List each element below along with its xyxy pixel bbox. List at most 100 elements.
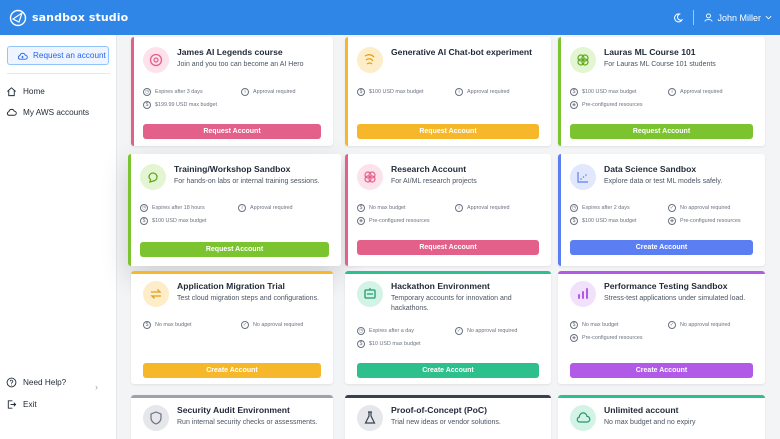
create-account-button[interactable]: Create Account: [143, 363, 321, 378]
moon-icon[interactable]: [673, 12, 684, 23]
sidebar-item-exit[interactable]: Exit: [6, 399, 37, 410]
meta-icon: i: [455, 88, 463, 96]
brain-icon: [570, 47, 596, 73]
sidebar-divider: [7, 73, 110, 74]
card-accent: [558, 271, 765, 274]
account-card[interactable]: Proof-of-Concept (PoC) Trial new ideas or…: [345, 395, 551, 439]
user-menu[interactable]: John Miller: [704, 13, 772, 23]
card-meta: ◷ Expires after 3 days: [143, 88, 203, 96]
card-title: Application Migration Trial: [177, 281, 285, 291]
card-meta: i Approval required: [668, 88, 723, 96]
card-title: Data Science Sandbox: [604, 164, 697, 174]
sidebar-item-home[interactable]: Home: [6, 86, 45, 97]
card-description: For Lauras ML Course 101 students: [604, 61, 716, 68]
chart-icon: [570, 164, 596, 190]
request-account-button[interactable]: Request Account: [357, 240, 539, 255]
create-account-button[interactable]: Create Account: [570, 363, 753, 378]
account-card[interactable]: Lauras ML Course 101 For Lauras ML Course…: [558, 37, 765, 146]
workshop-icon: [140, 164, 166, 190]
account-card[interactable]: Generative AI Chat-bot experiment $ $100 U…: [345, 37, 551, 146]
card-meta: ◈ Pre-configured resources: [570, 334, 643, 342]
card-meta: ◈ Pre-configured resources: [570, 101, 643, 109]
card-meta: ✓ No approval required: [455, 327, 517, 335]
meta-text: Approval required: [467, 89, 510, 95]
account-card[interactable]: Training/Workshop Sandbox For hands-on la…: [128, 154, 341, 266]
meta-text: Expires after 2 days: [582, 205, 630, 211]
meta-text: Pre-configured resources: [582, 335, 643, 341]
card-accent: [345, 395, 551, 398]
account-card[interactable]: Security Audit Environment Run internal s…: [131, 395, 333, 439]
card-description: No max budget and no expiry: [604, 419, 696, 426]
card-accent: [131, 37, 134, 146]
account-card[interactable]: Data Science Sandbox Explore data or test…: [558, 154, 765, 266]
meta-icon: ◈: [570, 101, 578, 109]
card-description: Trial new ideas or vendor solutions.: [391, 419, 501, 426]
card-accent: [131, 395, 333, 398]
card-meta: $ $100 USD max budget: [140, 217, 207, 225]
account-card[interactable]: Research Account For AI/ML research proje…: [345, 154, 551, 266]
meta-text: No approval required: [680, 322, 731, 328]
card-description: Explore data or test ML models safely.: [604, 178, 723, 185]
card-meta: $ $199.99 USD max budget: [143, 101, 217, 109]
sidebar-item-my-aws-accounts[interactable]: My AWS accounts: [6, 107, 89, 118]
exit-icon: [7, 400, 17, 409]
card-title: Hackathon Environment: [391, 281, 490, 291]
card-accent: [345, 37, 348, 146]
card-meta: $ $10 USD max budget: [357, 340, 421, 348]
card-meta: $ $100 USD max budget: [570, 88, 637, 96]
meta-icon: $: [570, 217, 578, 225]
card-title: Generative AI Chat-bot experiment: [391, 47, 533, 57]
meta-icon: $: [570, 88, 578, 96]
account-card[interactable]: Performance Testing Sandbox Stress-test a…: [558, 271, 765, 384]
create-account-button[interactable]: Create Account: [357, 363, 539, 378]
chat-icon: [357, 47, 383, 73]
meta-text: No approval required: [253, 322, 304, 328]
meta-icon: ✓: [668, 321, 676, 329]
request-account-button[interactable]: Request Account: [143, 124, 321, 139]
account-card[interactable]: Unlimited account No max budget and no ex…: [558, 395, 765, 439]
sidebar-item-need-help[interactable]: Need Help?: [6, 377, 66, 388]
account-card[interactable]: Application Migration Trial Test cloud mi…: [131, 271, 333, 384]
create-account-button[interactable]: Create Account: [570, 240, 753, 255]
card-meta: $ $100 USD max budget: [357, 88, 424, 96]
card-meta: ✓ No approval required: [241, 321, 303, 329]
sidebar: Request an account Home My AWS accounts …: [0, 35, 117, 439]
card-description: Test cloud migration steps and configura…: [177, 295, 320, 302]
meta-text: No approval required: [467, 328, 518, 334]
meta-icon: $: [357, 88, 365, 96]
account-card[interactable]: Hackathon Environment Temporary accounts …: [345, 271, 551, 384]
request-account-button[interactable]: Request Account: [357, 124, 539, 139]
request-account-button[interactable]: Request Account: [570, 124, 753, 139]
card-accent: [345, 271, 551, 274]
research-icon: [357, 164, 383, 190]
card-title: James AI Legends course: [177, 47, 283, 57]
card-title: Unlimited account: [604, 405, 679, 415]
card-description: For AI/ML research projects: [391, 178, 477, 185]
card-accent: [345, 154, 348, 266]
card-description: Stress-test applications under simulated…: [604, 295, 746, 302]
meta-icon: $: [143, 101, 151, 109]
card-title: Training/Workshop Sandbox: [174, 164, 291, 174]
meta-text: $199.99 USD max budget: [155, 102, 218, 108]
header-divider: [693, 10, 695, 25]
card-meta: $ No max budget: [357, 204, 406, 212]
meta-text: Expires after 3 days: [155, 89, 203, 95]
sidebar-item-label: Need Help?: [23, 378, 67, 387]
meta-icon: ✓: [241, 321, 249, 329]
sidebar-item-label: Home: [23, 87, 45, 96]
card-meta: ◈ Pre-configured resources: [357, 217, 430, 225]
chevron-right-icon: ›: [95, 382, 98, 392]
card-description: For hands-on labs or internal training s…: [174, 178, 320, 185]
meta-icon: i: [455, 204, 463, 212]
account-card[interactable]: James AI Legends course Join and you too …: [131, 37, 333, 146]
sidebar-item-label: My AWS accounts: [23, 108, 90, 117]
card-meta: ◷ Expires after 18 hours: [140, 204, 205, 212]
card-accent: [128, 154, 131, 266]
migrate-icon: [143, 281, 169, 307]
request-account-button[interactable]: Request an account: [7, 46, 109, 65]
user-icon: [704, 13, 714, 22]
brand[interactable]: sandbox studio: [8, 8, 128, 28]
card-meta: $ No max budget: [143, 321, 192, 329]
meta-icon: ◈: [570, 334, 578, 342]
request-account-button[interactable]: Request Account: [140, 242, 329, 257]
